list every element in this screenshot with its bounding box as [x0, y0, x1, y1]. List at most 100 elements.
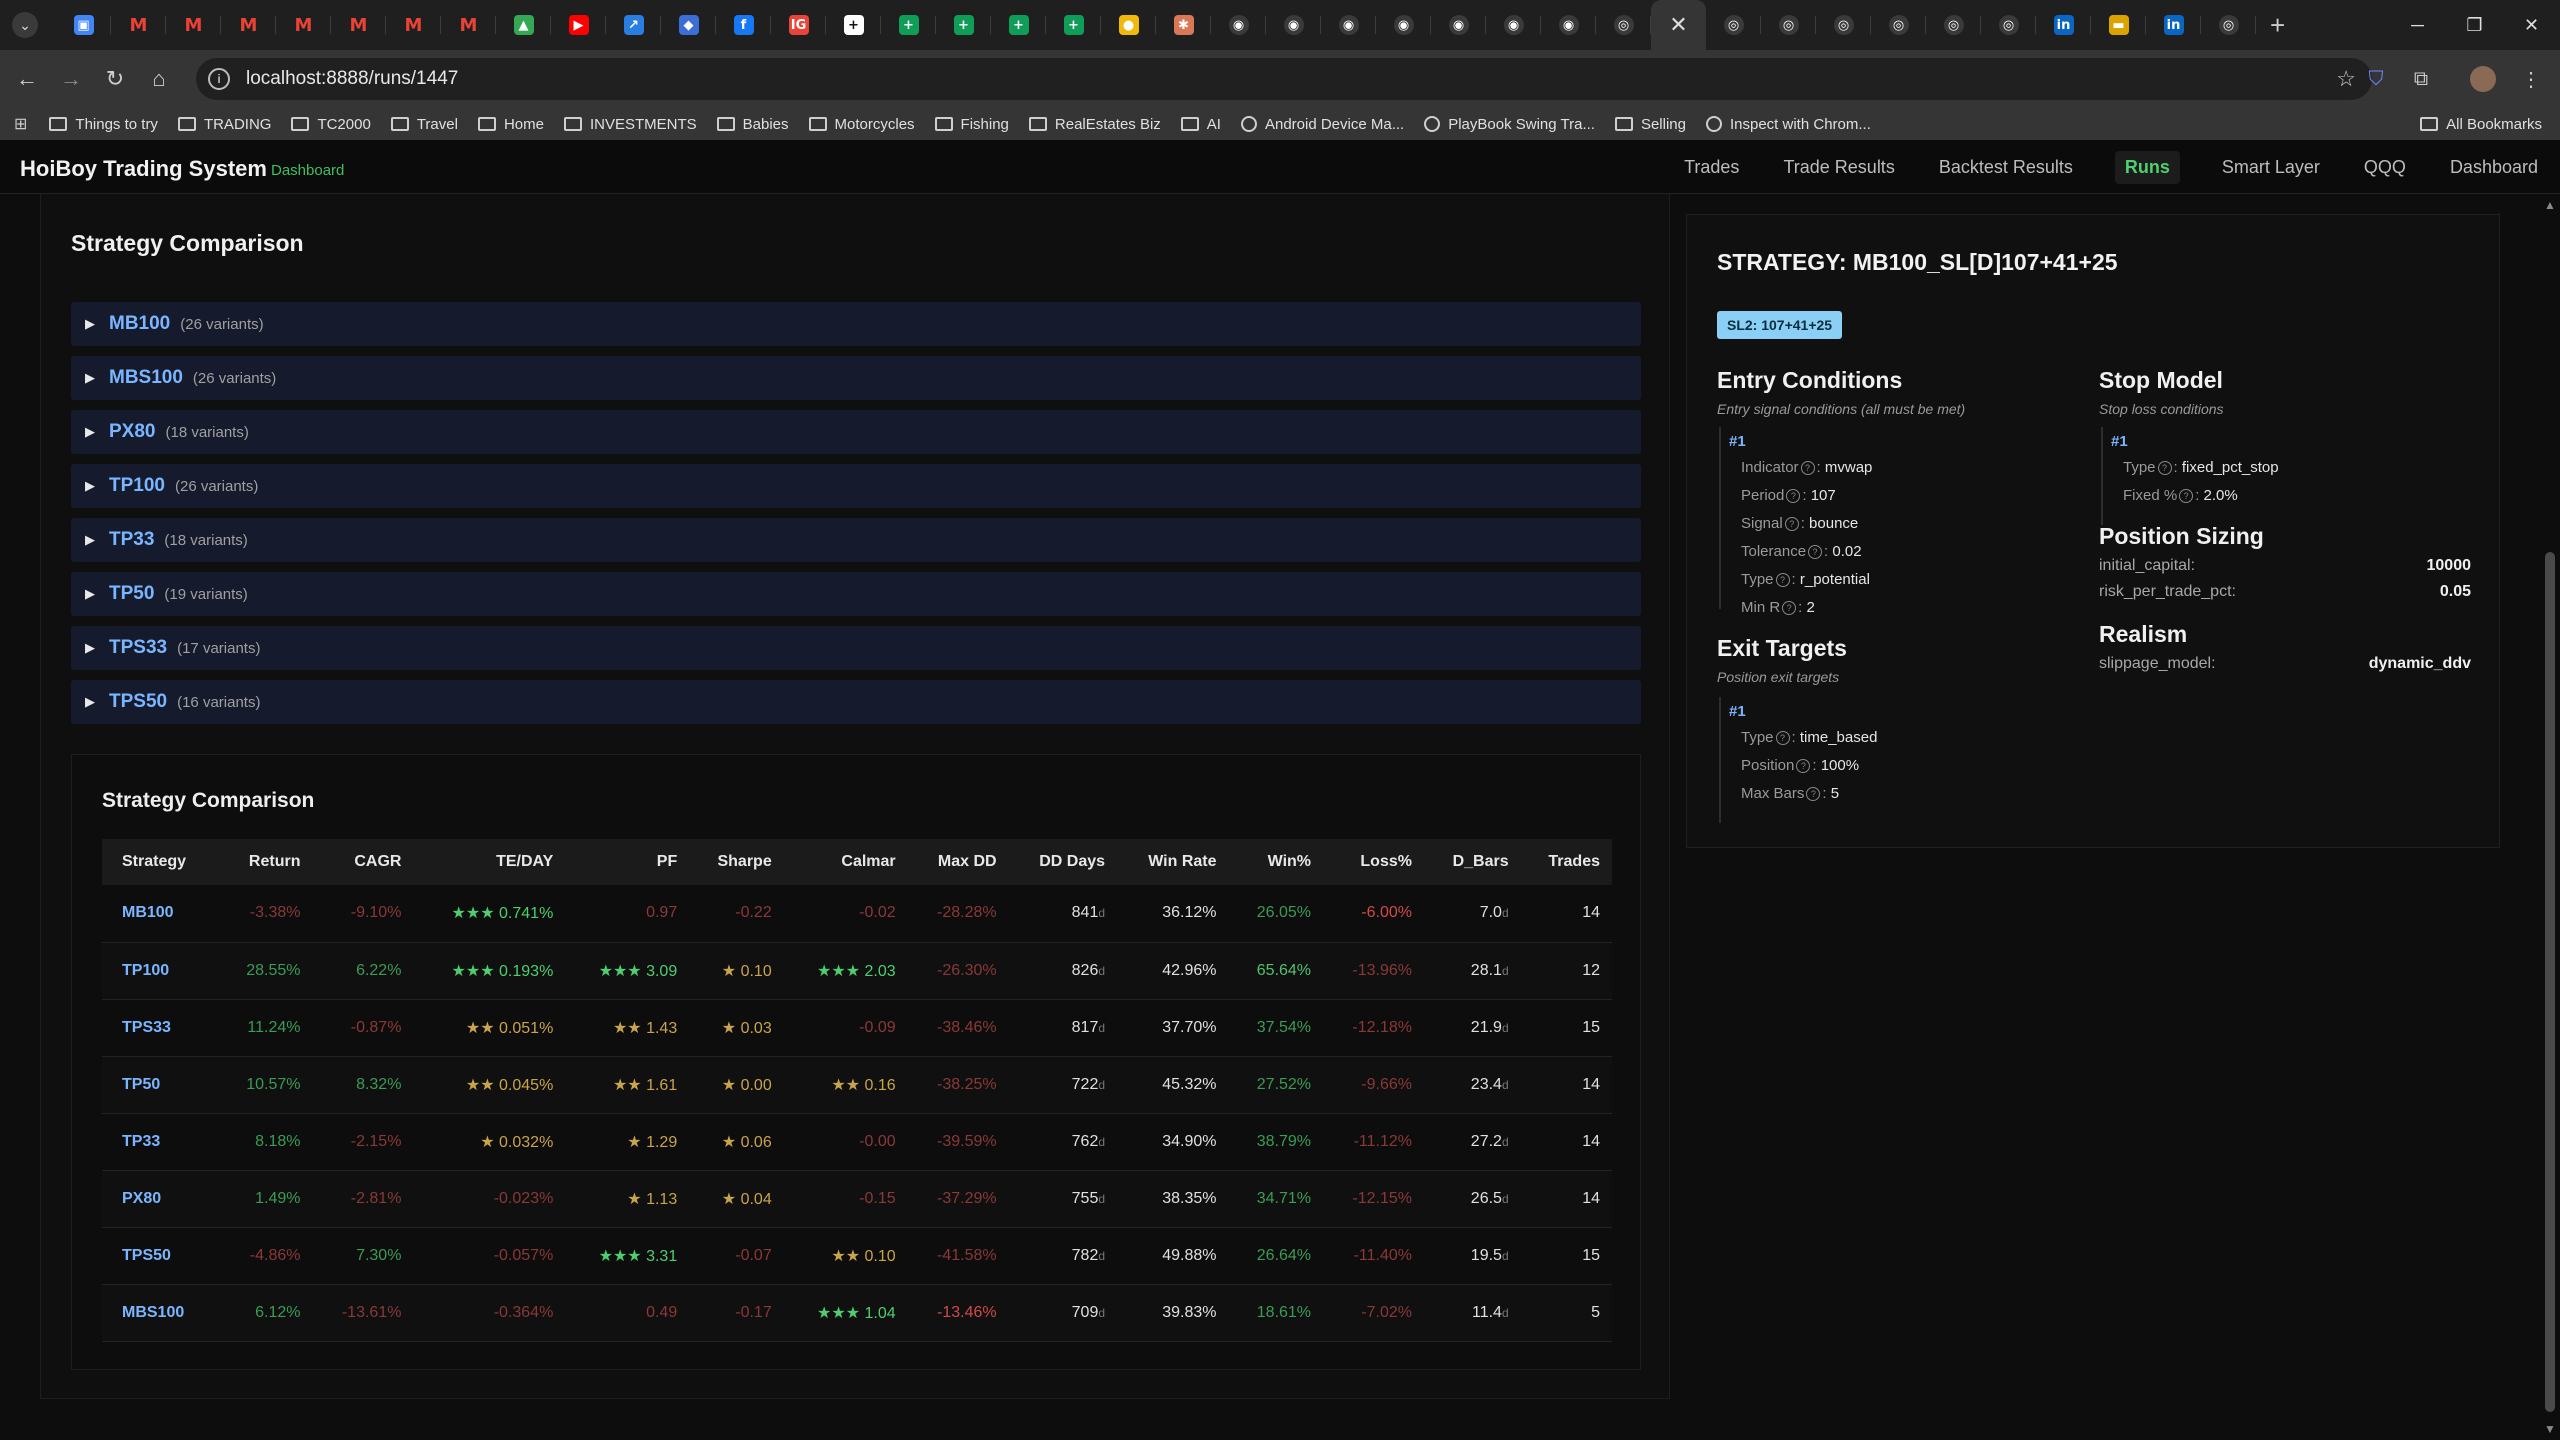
- nav-backtest-results[interactable]: Backtest Results: [1937, 151, 2075, 184]
- strategy-group[interactable]: ▶ MBS100 (26 variants): [71, 356, 1641, 400]
- strategy-name-cell[interactable]: TP100: [102, 942, 218, 1000]
- browser-tab[interactable]: ◉: [1211, 0, 1266, 50]
- browser-tab[interactable]: in: [2146, 0, 2201, 50]
- browser-tab[interactable]: ✱: [1156, 0, 1211, 50]
- column-header[interactable]: TE/DAY: [413, 839, 566, 885]
- reload-icon[interactable]: ↻: [98, 62, 132, 96]
- column-header[interactable]: Strategy: [102, 839, 218, 885]
- table-row[interactable]: MB100 -3.38% -9.10% ★★★ 0.741% 0.97 -0.22 -0.0…: [102, 885, 1612, 943]
- nav-smart-layer[interactable]: Smart Layer: [2220, 151, 2322, 184]
- restore-icon[interactable]: ❐: [2446, 15, 2503, 36]
- browser-tab[interactable]: ◆: [661, 0, 716, 50]
- bookmark-item[interactable]: Android Device Ma...: [1240, 116, 1404, 133]
- nav-trades[interactable]: Trades: [1682, 151, 1741, 184]
- bookmark-item[interactable]: Inspect with Chrom...: [1705, 116, 1871, 133]
- table-row[interactable]: TP100 28.55% 6.22% ★★★ 0.193% ★★★ 3.09 ★ 0.10…: [102, 942, 1612, 1000]
- table-row[interactable]: TP50 10.57% 8.32% ★★ 0.045% ★★ 1.61 ★ 0.00 ★★ …: [102, 1056, 1612, 1114]
- help-icon[interactable]: ?: [1808, 545, 1823, 560]
- scroll-up-icon[interactable]: ▲: [2544, 198, 2556, 212]
- profile-avatar-icon[interactable]: [2467, 63, 2499, 95]
- browser-tab[interactable]: +: [826, 0, 881, 50]
- browser-tab[interactable]: ◎: [1871, 0, 1926, 50]
- browser-tab[interactable]: in: [2036, 0, 2091, 50]
- browser-tab[interactable]: M: [111, 0, 166, 50]
- strategy-name-cell[interactable]: MB100: [102, 885, 218, 943]
- strategy-name-cell[interactable]: PX80: [102, 1170, 218, 1228]
- strategy-name-cell[interactable]: TPS33: [102, 999, 218, 1057]
- help-icon[interactable]: ?: [1775, 731, 1790, 746]
- browser-tab[interactable]: ◎: [1926, 0, 1981, 50]
- browser-tab[interactable]: ▶: [551, 0, 606, 50]
- scrollbar-thumb[interactable]: [2545, 552, 2555, 1412]
- strategy-name-cell[interactable]: TPS50: [102, 1227, 218, 1285]
- help-icon[interactable]: ?: [1775, 573, 1790, 588]
- bookmark-item[interactable]: TC2000: [291, 116, 371, 133]
- expand-triangle-icon[interactable]: ▶: [85, 532, 95, 548]
- bookmark-item[interactable]: Fishing: [934, 116, 1009, 133]
- strategy-group[interactable]: ▶ TP50 (19 variants): [71, 572, 1641, 616]
- new-tab-icon[interactable]: +: [2270, 10, 2285, 41]
- browser-tab[interactable]: f: [716, 0, 771, 50]
- bookmark-item[interactable]: Motorcycles: [808, 116, 915, 133]
- browser-tab[interactable]: +: [881, 0, 936, 50]
- help-icon[interactable]: ?: [2157, 461, 2172, 476]
- browser-tab[interactable]: +: [1046, 0, 1101, 50]
- browser-tab[interactable]: ↗: [606, 0, 661, 50]
- nav-trade-results[interactable]: Trade Results: [1781, 151, 1896, 184]
- browser-tab[interactable]: ◎: [1816, 0, 1871, 50]
- expand-triangle-icon[interactable]: ▶: [85, 370, 95, 386]
- strategy-group[interactable]: ▶ MB100 (26 variants): [71, 302, 1641, 346]
- help-icon[interactable]: ?: [1800, 461, 1815, 476]
- browser-tab[interactable]: ◎: [1981, 0, 2036, 50]
- bookmark-item[interactable]: AI: [1180, 116, 1221, 133]
- apps-grid-icon[interactable]: ⊞: [14, 114, 27, 134]
- expand-triangle-icon[interactable]: ▶: [85, 694, 95, 710]
- expand-triangle-icon[interactable]: ▶: [85, 316, 95, 332]
- extensions-icon[interactable]: ⧉: [2405, 63, 2437, 95]
- column-header[interactable]: D_Bars: [1423, 839, 1521, 885]
- nav-dashboard[interactable]: Dashboard: [2448, 151, 2540, 184]
- column-header[interactable]: Return: [217, 839, 313, 885]
- expand-triangle-icon[interactable]: ▶: [85, 586, 95, 602]
- browser-tab[interactable]: +: [936, 0, 991, 50]
- app-title[interactable]: HoiBoy Trading System: [20, 156, 267, 182]
- bookmark-item[interactable]: INVESTMENTS: [563, 116, 697, 133]
- close-tab-icon[interactable]: ✕: [1669, 12, 1687, 38]
- strategy-name-cell[interactable]: TP33: [102, 1113, 218, 1171]
- column-header[interactable]: Loss%: [1323, 839, 1424, 885]
- column-header[interactable]: Win Rate: [1117, 839, 1229, 885]
- strategy-group[interactable]: ▶ TPS50 (16 variants): [71, 680, 1641, 724]
- strategy-name-cell[interactable]: TP50: [102, 1056, 218, 1114]
- table-row[interactable]: TPS50 -4.86% 7.30% -0.057% ★★★ 3.31 -0.07 ★★ 0…: [102, 1227, 1612, 1285]
- browser-tab[interactable]: M: [166, 0, 221, 50]
- omnibox[interactable]: i localhost:8888/runs/1447 ☆: [196, 58, 2372, 100]
- browser-tab[interactable]: ◎: [1761, 0, 1816, 50]
- all-bookmarks[interactable]: All Bookmarks: [2420, 116, 2542, 133]
- bookmark-star-icon[interactable]: ☆: [2336, 66, 2356, 92]
- bookmark-item[interactable]: Babies: [716, 116, 789, 133]
- browser-menu-icon[interactable]: ⋮: [2515, 63, 2547, 95]
- help-icon[interactable]: ?: [1796, 759, 1811, 774]
- browser-tab[interactable]: ◉: [1486, 0, 1541, 50]
- site-info-icon[interactable]: i: [208, 68, 230, 90]
- help-icon[interactable]: ?: [1806, 787, 1821, 802]
- password-manager-icon[interactable]: ⛉: [2360, 63, 2392, 95]
- active-tab[interactable]: ✕: [1651, 0, 1706, 50]
- column-header[interactable]: PF: [565, 839, 690, 885]
- table-row[interactable]: TPS33 11.24% -0.87% ★★ 0.051% ★★ 1.43 ★ 0.03-…: [102, 999, 1612, 1057]
- column-header[interactable]: Max DD: [907, 839, 1009, 885]
- browser-tab[interactable]: ◉: [1541, 0, 1596, 50]
- forward-icon[interactable]: →: [54, 62, 88, 96]
- minimize-icon[interactable]: ─: [2389, 15, 2446, 36]
- expand-triangle-icon[interactable]: ▶: [85, 424, 95, 440]
- bookmark-item[interactable]: Home: [477, 116, 544, 133]
- page-scrollbar[interactable]: ▲ ▼: [2540, 194, 2560, 1440]
- browser-tab[interactable]: ◎: [1596, 0, 1651, 50]
- scroll-down-icon[interactable]: ▼: [2544, 1422, 2556, 1436]
- help-icon[interactable]: ?: [1786, 489, 1801, 504]
- column-header[interactable]: CAGR: [312, 839, 414, 885]
- browser-tab[interactable]: ◉: [1376, 0, 1431, 50]
- strategy-name-cell[interactable]: MBS100: [102, 1284, 218, 1342]
- browser-tab[interactable]: ▲: [496, 0, 551, 50]
- tab-search-icon[interactable]: ⌄: [12, 12, 38, 38]
